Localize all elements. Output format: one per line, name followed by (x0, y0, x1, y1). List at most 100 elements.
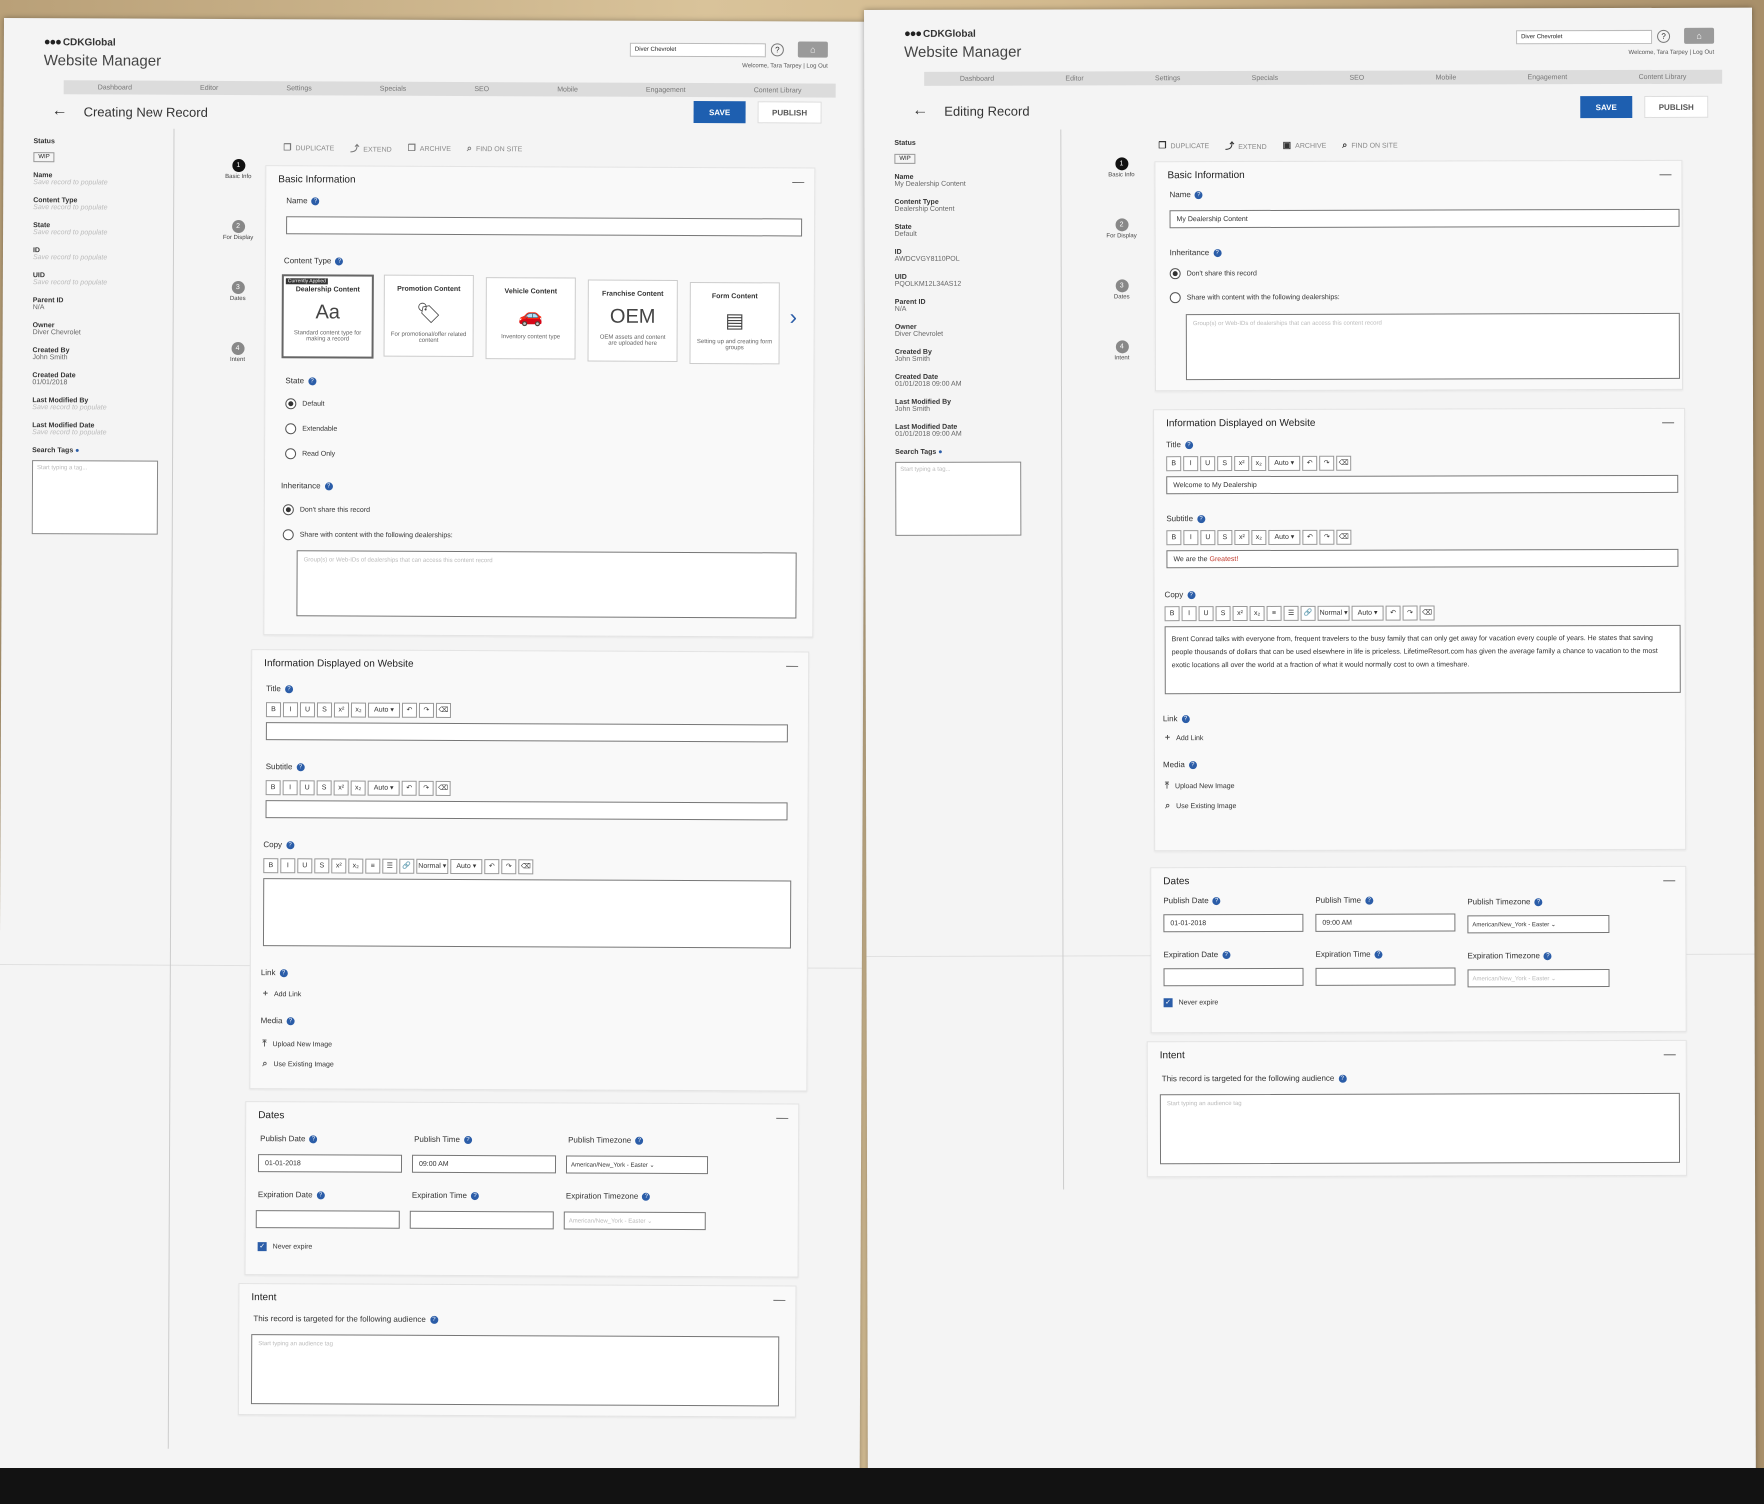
undo-icon[interactable]: ↶ (1302, 529, 1318, 545)
expiration-date-input[interactable] (255, 1210, 400, 1229)
nav-engagement[interactable]: Engagement (1528, 74, 1568, 81)
nav-dashboard[interactable]: Dashboard (98, 84, 132, 91)
content-type-form[interactable]: Form Content ▤ Setting up and creating f… (689, 281, 780, 365)
superscript-button[interactable]: x² (1232, 605, 1248, 622)
superscript-button[interactable]: x² (331, 858, 347, 874)
add-link-button[interactable]: + Add Link (263, 988, 302, 998)
help-icon[interactable]: ? (1657, 29, 1671, 43)
step-dates[interactable]: 3 Dates (1097, 279, 1147, 300)
step-basic-info[interactable]: 1 Basic Info (213, 158, 263, 180)
strike-button[interactable]: S (1215, 606, 1231, 622)
collapse-icon[interactable]: — (773, 1292, 785, 1306)
font-size-select[interactable]: Auto ▾ (450, 858, 483, 875)
archive-button[interactable]: ▣ ARCHIVE (1283, 140, 1327, 151)
nav-specials[interactable]: Specials (1252, 74, 1278, 81)
clear-format-icon[interactable]: ⌫ (435, 780, 451, 796)
title-input[interactable]: Welcome to My Dealership (1166, 474, 1679, 495)
superscript-button[interactable]: x² (333, 780, 349, 796)
subscript-button[interactable]: x₂ (350, 780, 366, 796)
publish-date-input[interactable]: 01-01-2018 (257, 1154, 403, 1173)
find-on-site-button[interactable]: ⌕ FIND ON SITE (467, 143, 522, 154)
italic-button[interactable]: I (282, 780, 298, 796)
nav-dashboard[interactable]: Dashboard (960, 75, 994, 82)
nav-content-library[interactable]: Content Library (1639, 73, 1687, 80)
font-size-select[interactable]: Auto ▾ (367, 780, 400, 796)
underline-button[interactable]: U (1200, 530, 1216, 546)
redo-icon[interactable]: ↷ (501, 859, 517, 875)
nav-settings[interactable]: Settings (1155, 75, 1180, 82)
publish-date-input[interactable]: 01-01-2018 (1163, 913, 1304, 933)
save-button[interactable]: SAVE (693, 101, 746, 124)
italic-button[interactable]: I (1181, 606, 1197, 622)
step-dates[interactable]: 3 Dates (213, 280, 263, 302)
subscript-button[interactable]: x₂ (1251, 529, 1267, 545)
subscript-button[interactable]: x₂ (1249, 605, 1265, 621)
inherit-radio-share[interactable]: Share with content with the following de… (282, 529, 453, 541)
inherit-radio-share[interactable]: Share with content with the following de… (1169, 292, 1340, 304)
italic-button[interactable]: I (282, 702, 299, 718)
dealer-select[interactable]: Diver Chevrolet (629, 42, 766, 58)
nav-editor[interactable]: Editor (1065, 75, 1083, 82)
strike-button[interactable]: S (316, 702, 333, 718)
name-input[interactable] (286, 216, 803, 237)
collapse-icon[interactable]: — (1664, 1047, 1676, 1061)
undo-icon[interactable]: ↶ (401, 702, 418, 718)
back-arrow-icon[interactable]: ← (912, 102, 928, 120)
step-for-display[interactable]: 2 For Display (213, 219, 263, 241)
font-size-select[interactable]: Auto ▾ (1351, 605, 1384, 621)
title-input[interactable] (265, 722, 788, 743)
subtitle-input[interactable] (265, 800, 788, 821)
nav-seo[interactable]: SEO (1349, 74, 1364, 81)
publish-time-input[interactable]: 09:00 AM (1315, 913, 1456, 932)
superscript-button[interactable]: x² (1234, 455, 1250, 472)
bold-button[interactable]: B (263, 858, 279, 874)
never-expire-checkbox[interactable]: ✓ Never expire (257, 1242, 313, 1252)
expiration-time-input[interactable] (1315, 967, 1456, 986)
bullet-list-icon[interactable]: ☰ (1283, 605, 1299, 621)
upload-image-button[interactable]: ⤒ Upload New Image (263, 1038, 333, 1049)
strike-button[interactable]: S (314, 858, 330, 874)
collapse-icon[interactable]: — (1663, 873, 1675, 887)
nav-content-library[interactable]: Content Library (754, 87, 802, 94)
font-size-select[interactable]: Auto ▾ (367, 702, 401, 718)
font-size-select[interactable]: Auto ▾ (1268, 529, 1301, 545)
bold-button[interactable]: B (1166, 456, 1182, 472)
use-existing-image-button[interactable]: ⌕ Use Existing Image (262, 1058, 333, 1069)
underline-button[interactable]: U (299, 702, 316, 718)
extend-button[interactable]: ⤴ EXTEND (1225, 139, 1266, 152)
expiration-time-input[interactable] (409, 1210, 554, 1230)
strike-button[interactable]: S (1217, 530, 1233, 546)
format-select[interactable]: Normal ▾ (416, 858, 449, 874)
back-arrow-icon[interactable]: ← (52, 102, 68, 120)
content-type-dealership[interactable]: Currently Applied Dealership Content Aa … (281, 274, 374, 359)
collapse-icon[interactable]: — (1662, 415, 1674, 429)
undo-icon[interactable]: ↶ (1302, 455, 1318, 471)
inherit-radio-dont-share[interactable]: Don't share this record (282, 504, 370, 516)
collapse-icon[interactable]: — (786, 658, 798, 672)
publish-button[interactable]: PUBLISH (757, 101, 822, 124)
content-type-franchise[interactable]: Franchise Content OEM OEM assets and con… (587, 279, 678, 362)
italic-button[interactable]: I (1183, 456, 1199, 472)
redo-icon[interactable]: ↷ (418, 780, 434, 796)
audience-tag-input[interactable]: Start typing an audience tag (250, 1334, 780, 1407)
publish-button[interactable]: PUBLISH (1644, 95, 1709, 118)
nav-mobile[interactable]: Mobile (1436, 74, 1457, 81)
strike-button[interactable]: S (1217, 456, 1233, 472)
search-tags-input[interactable]: Start typing a tag... (895, 461, 1022, 536)
subscript-button[interactable]: x₂ (350, 702, 367, 718)
subscript-button[interactable]: x₂ (348, 858, 364, 874)
add-link-button[interactable]: + Add Link (1165, 732, 1204, 742)
undo-icon[interactable]: ↶ (484, 859, 500, 875)
nav-mobile[interactable]: Mobile (557, 86, 578, 93)
duplicate-button[interactable]: ❐ DUPLICATE (283, 142, 334, 153)
clear-format-icon[interactable]: ⌫ (518, 859, 534, 875)
step-basic-info[interactable]: 1 Basic Info (1096, 157, 1146, 178)
collapse-icon[interactable]: — (792, 174, 804, 188)
nav-engagement[interactable]: Engagement (646, 86, 686, 93)
bold-button[interactable]: B (1164, 606, 1180, 622)
copy-textarea[interactable]: Brent Conrad talks with everyone from, f… (1164, 624, 1681, 695)
audience-tag-input[interactable]: Start typing an audience tag (1159, 1092, 1681, 1165)
redo-icon[interactable]: ↷ (1319, 455, 1335, 471)
publish-time-input[interactable]: 09:00 AM (411, 1154, 557, 1174)
archive-button[interactable]: ❐ ARCHIVE (408, 143, 451, 154)
